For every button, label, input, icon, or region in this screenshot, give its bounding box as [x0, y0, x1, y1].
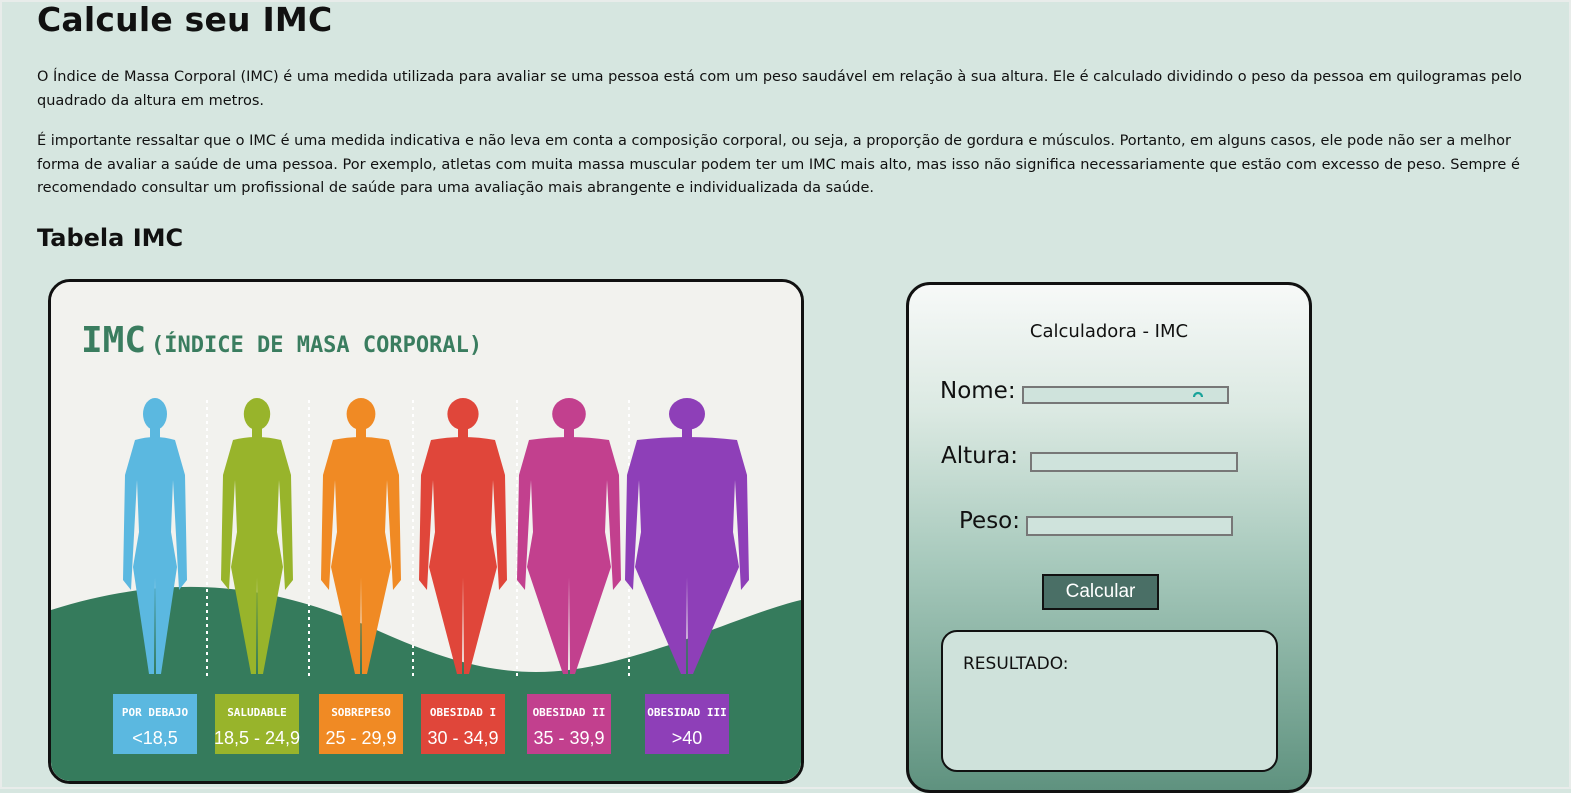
infographic-title-main: IMC: [81, 320, 146, 361]
imc-table-image: IMC (ÍNDICE DE MASA CORPORAL) POR DEBAJO…: [48, 279, 804, 784]
note-paragraph: É importante ressaltar que o IMC é uma m…: [37, 133, 1520, 196]
page-title: Calcule seu IMC: [37, 0, 333, 39]
category-label: SOBREPESO: [331, 706, 391, 719]
nome-input[interactable]: [1022, 386, 1229, 404]
category-range: <18,5: [132, 728, 178, 748]
imc-infographic: IMC (ÍNDICE DE MASA CORPORAL) POR DEBAJO…: [51, 282, 801, 781]
category-label: SALUDABLE: [227, 706, 287, 719]
table-heading: Tabela IMC: [37, 224, 184, 252]
nome-label: Nome:: [940, 378, 1016, 404]
imc-calculator: Calculadora - IMC Nome: Altura: Peso: Ca…: [906, 282, 1312, 793]
peso-label: Peso:: [959, 508, 1021, 534]
category-range: >40: [672, 728, 703, 748]
calculator-title: Calculadora - IMC: [1029, 321, 1189, 342]
category-range: 18,5 - 24,9: [214, 728, 300, 748]
category-range: 30 - 34,9: [427, 728, 498, 748]
result-box: RESULTADO:: [941, 630, 1278, 772]
category-label: POR DEBAJO: [122, 706, 189, 719]
intro-paragraph: O Índice de Massa Corporal (IMC) é uma m…: [37, 69, 1522, 109]
category-label: OBESIDAD II: [533, 706, 606, 719]
altura-input[interactable]: [1030, 452, 1238, 472]
calcular-button[interactable]: Calcular: [1042, 574, 1159, 610]
loading-spinner-icon: [1193, 391, 1203, 398]
altura-label: Altura:: [941, 443, 1019, 469]
category-range: 35 - 39,9: [533, 728, 604, 748]
category-label: OBESIDAD I: [430, 706, 496, 719]
infographic-title-sub: (ÍNDICE DE MASA CORPORAL): [151, 332, 482, 358]
peso-input[interactable]: [1026, 516, 1233, 536]
category-label: OBESIDAD III: [647, 706, 726, 719]
result-label: RESULTADO:: [963, 654, 1069, 674]
category-range: 25 - 29,9: [325, 728, 396, 748]
